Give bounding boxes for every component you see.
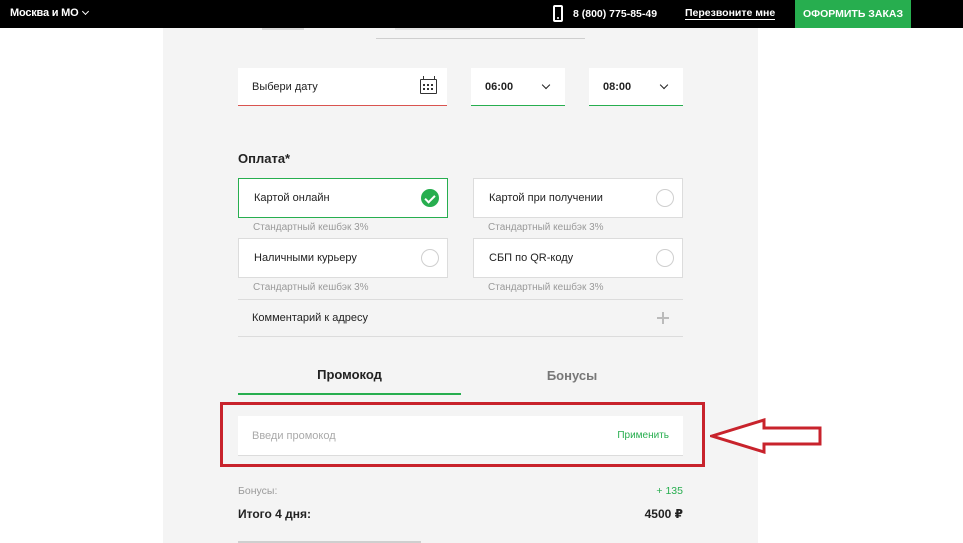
tab-bonuses[interactable]: Бонусы [461,355,683,395]
partial-field-fragment [395,28,470,30]
cashback-note: Стандартный кешбэк 3% [488,222,604,233]
payment-option-sbp-qr[interactable]: СБП по QR-коду [473,238,683,278]
plus-icon [657,312,669,324]
radio-icon [656,249,674,267]
tab-promocode[interactable]: Промокод [238,355,461,395]
time-from-select[interactable]: 06:00 [471,68,565,106]
payment-option-label: Наличными курьеру [254,252,357,264]
radio-icon [421,249,439,267]
total-label: Итого 4 дня: [238,507,312,521]
address-comment-toggle[interactable]: Комментарий к адресу [238,299,683,337]
top-bar: Москва и МО 8 (800) 775-85-49 Перезвонит… [0,0,963,28]
apply-promo-button[interactable]: Применить [617,430,669,441]
promo-input[interactable] [238,416,598,455]
promo-field: Применить [238,416,683,456]
partial-field-underline [376,38,585,39]
cashback-note: Стандартный кешбэк 3% [253,222,369,233]
payment-option-label: Картой при получении [489,192,603,204]
date-placeholder: Выбери дату [252,80,318,93]
cashback-note: Стандартный кешбэк 3% [488,282,604,293]
bonus-value: + 135 [656,485,683,497]
time-to-value: 08:00 [603,80,632,93]
payment-title: Оплата* [238,151,291,166]
bonus-label: Бонусы: [238,485,278,497]
chevron-down-icon [541,80,551,90]
region-selector[interactable]: Москва и МО [10,7,89,19]
time-from-value: 06:00 [485,80,514,93]
order-button[interactable]: ОФОРМИТЬ ЗАКАЗ [795,0,911,28]
region-label: Москва и МО [10,7,79,19]
check-icon [421,189,439,207]
partial-field-fragment [262,28,304,30]
date-picker[interactable]: Выбери дату [238,68,447,106]
payment-option-label: Картой онлайн [254,192,330,204]
total-value: 4500 ₽ [644,507,683,521]
payment-option-label: СБП по QR-коду [489,252,574,264]
chevron-down-icon [659,80,669,90]
phone-icon [553,5,563,22]
calendar-icon [420,76,437,94]
page: Москва и МО 8 (800) 775-85-49 Перезвонит… [0,0,963,543]
payment-option-card-on-delivery[interactable]: Картой при получении [473,178,683,218]
chevron-down-icon [81,7,89,16]
payment-option-card-online[interactable]: Картой онлайн [238,178,448,218]
payment-option-cash[interactable]: Наличными курьеру [238,238,448,278]
comment-label: Комментарий к адресу [252,312,368,324]
arrow-icon [710,418,822,454]
radio-icon [656,189,674,207]
phone-number[interactable]: 8 (800) 775-85-49 [573,8,657,20]
cashback-note: Стандартный кешбэк 3% [253,282,369,293]
callback-link[interactable]: Перезвоните мне [685,8,776,20]
time-to-select[interactable]: 08:00 [589,68,683,106]
